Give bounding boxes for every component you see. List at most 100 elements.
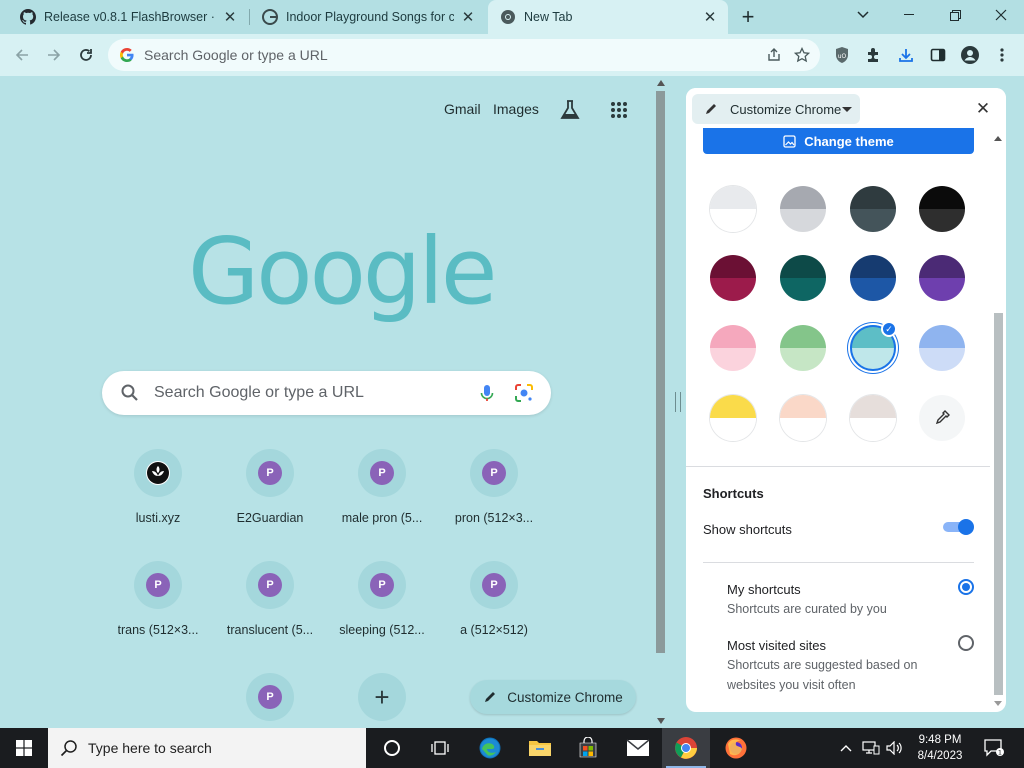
most-visited-option-title[interactable]: Most visited sites [727,638,826,653]
color-swatch[interactable] [710,186,756,232]
shortcut-tile[interactable]: P E2Guardian [214,449,326,561]
shortcut-tile[interactable]: P sleeping (512... [326,561,438,673]
side-panel-scrollbar[interactable] [991,128,1006,712]
tab-search-chevron-icon[interactable] [840,0,886,30]
letter-avatar-icon: P [258,461,282,485]
close-icon[interactable]: ✕ [702,9,718,26]
labs-flask-icon[interactable] [556,96,584,124]
restore-icon[interactable] [932,0,978,30]
my-shortcuts-option-title[interactable]: My shortcuts [727,582,801,597]
shortcut-tile[interactable]: P trans (512×3... [102,561,214,673]
shortcut-label: trans (512×3... [117,623,199,637]
color-swatch[interactable] [710,395,756,441]
color-swatch[interactable] [780,255,826,301]
custom-color-eyedropper-icon[interactable] [919,395,965,441]
close-window-icon[interactable] [978,0,1024,30]
swatch-top-half [850,255,896,278]
microsoft-store-icon[interactable] [564,728,612,768]
shortcuts-heading: Shortcuts [703,486,764,501]
show-hidden-icons-chevron-icon[interactable] [836,728,856,768]
shortcut-icon-circle: P [246,673,294,721]
back-icon[interactable] [8,41,36,69]
firefox-icon[interactable] [712,728,760,768]
shortcut-label: lusti.xyz [135,511,181,525]
mail-icon[interactable] [614,728,662,768]
shortcut-tile[interactable]: P translucent (5... [214,561,326,673]
tab-github-release[interactable]: Release v0.8.1 FlashBrowser · rad ✕ [8,0,248,34]
notification-center-icon[interactable]: 1 [980,728,1008,768]
color-swatch[interactable] [710,325,756,371]
shortcut-tile[interactable]: P [214,673,326,728]
reload-icon[interactable] [72,41,100,69]
close-icon[interactable]: ✕ [460,9,476,26]
voice-search-mic-icon[interactable] [477,383,497,403]
add-shortcut-button[interactable]: + [326,673,438,728]
color-swatch[interactable] [919,325,965,371]
color-swatch[interactable] [919,255,965,301]
file-explorer-icon[interactable] [516,728,564,768]
color-swatch[interactable] [850,186,896,232]
scrollbar-thumb[interactable] [656,91,665,653]
gmail-link[interactable]: Gmail [444,101,481,117]
shortcut-icon-circle: P [470,561,518,609]
color-swatch[interactable] [780,186,826,232]
tab-new-tab[interactable]: New Tab ✕ [488,0,728,34]
downloads-icon[interactable] [892,41,920,69]
google-apps-grid-icon[interactable] [605,96,633,124]
color-swatch[interactable] [850,395,896,441]
cortana-circle-icon[interactable] [368,728,416,768]
network-icon[interactable] [860,728,882,768]
omnibox[interactable]: Search Google or type a URL [108,39,820,71]
system-clock[interactable]: 9:48 PM 8/4/2023 [912,732,968,764]
color-swatch[interactable] [850,255,896,301]
scroll-up-arrow-icon[interactable] [994,136,1002,141]
most-visited-radio[interactable] [958,635,974,651]
ublock-shield-icon[interactable]: uO [828,41,856,69]
profile-avatar-icon[interactable] [956,41,984,69]
side-panel-resize-handle[interactable] [675,392,681,412]
shortcut-tile[interactable]: P pron (512×3... [438,449,550,561]
images-link[interactable]: Images [493,101,539,117]
task-view-icon[interactable] [416,728,464,768]
share-icon[interactable] [760,41,788,69]
my-shortcuts-radio[interactable] [958,579,974,595]
scroll-down-arrow-icon[interactable] [994,701,1002,706]
selected-check-icon: ✓ [881,321,897,337]
my-shortcuts-option-subtitle: Shortcuts are curated by you [727,602,887,616]
extensions-puzzle-icon[interactable] [860,41,888,69]
volume-icon[interactable] [884,728,906,768]
shortcut-tile[interactable]: P a (512×512) [438,561,550,673]
color-swatch[interactable] [919,186,965,232]
scroll-down-arrow-icon[interactable] [656,718,665,724]
tab-indoor-playground[interactable]: Indoor Playground Songs for chi ✕ [250,0,486,34]
color-swatch[interactable] [780,395,826,441]
close-icon[interactable]: ✕ [972,98,994,120]
side-panel-icon[interactable] [924,41,952,69]
new-tab-plus-icon[interactable]: + [736,4,760,29]
shortcut-tile[interactable]: lusti.xyz [102,449,214,561]
more-menu-icon[interactable] [988,41,1016,69]
ntp-search-box[interactable]: Search Google or type a URL [102,371,551,415]
swatch-bottom-half [710,418,756,441]
minimize-icon[interactable] [886,0,932,30]
change-theme-button[interactable]: Change theme [703,128,974,154]
shortcut-tile[interactable]: P male pron (5... [326,449,438,561]
customize-chrome-button[interactable]: Customize Chrome [470,680,636,714]
scrollbar-thumb[interactable] [994,313,1003,695]
windows-start-icon[interactable] [0,728,48,768]
close-icon[interactable]: ✕ [222,9,238,26]
bookmark-star-icon[interactable] [788,41,816,69]
side-panel-selector[interactable]: Customize Chrome [692,94,860,124]
shortcut-icon-circle: P [246,449,294,497]
scroll-up-arrow-icon[interactable] [656,80,665,86]
letter-avatar-icon: P [370,461,394,485]
ntp-scrollbar[interactable] [653,76,668,728]
show-shortcuts-toggle[interactable] [943,519,975,535]
taskbar-search-box[interactable]: Type here to search [48,728,366,768]
google-lens-icon[interactable] [513,382,535,404]
color-swatch[interactable] [780,325,826,371]
forward-icon[interactable] [40,41,68,69]
edge-browser-icon[interactable] [466,728,514,768]
color-swatch[interactable] [710,255,756,301]
chrome-taskbar-icon[interactable] [662,728,710,768]
